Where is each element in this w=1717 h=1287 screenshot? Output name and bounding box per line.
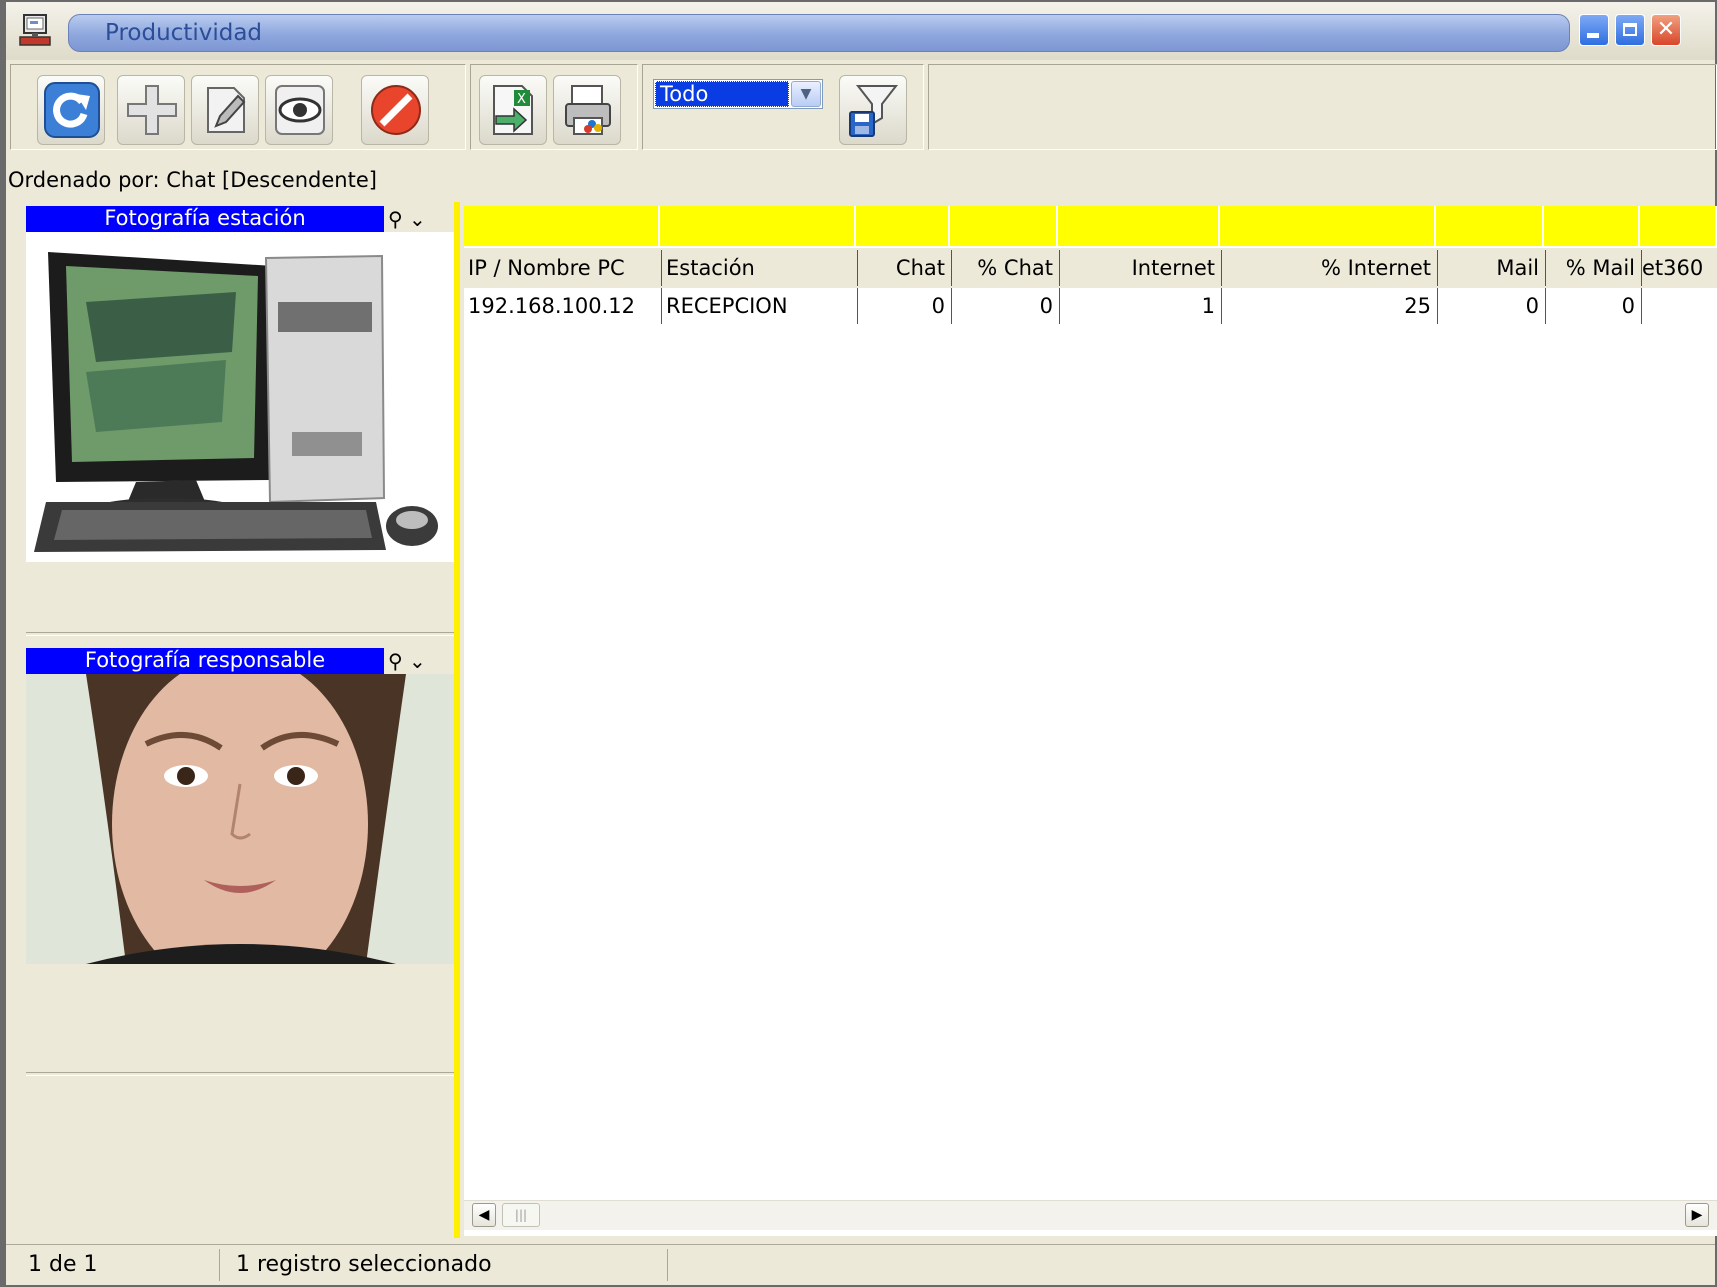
column-header-mail[interactable]: Mail (1438, 250, 1546, 286)
print-icon (565, 85, 611, 135)
filter-select-value: Todo (655, 81, 789, 107)
table-cell: 0 (858, 288, 952, 324)
status-record-position: 1 de 1 (20, 1249, 220, 1281)
table-cell: RECEPCION (662, 288, 858, 324)
chevron-down-icon[interactable]: ⌄ (403, 649, 426, 673)
station-photo-header: Fotografía estación (26, 206, 384, 232)
scroll-left-button[interactable]: ◀ (472, 1203, 496, 1227)
export-excel-icon: X (493, 85, 533, 135)
view-button[interactable] (265, 75, 333, 145)
maximize-icon (1623, 23, 1637, 36)
search-icon[interactable]: ⚲ (388, 207, 403, 231)
minimize-button[interactable] (1579, 14, 1609, 46)
station-photo-tools: ⚲ ⌄ (388, 206, 452, 232)
toolbar-empty-area (928, 64, 1717, 150)
column-header-pct-chat[interactable]: % Chat (952, 250, 1060, 286)
filter-cell[interactable] (1544, 206, 1640, 246)
panel-separator-lower[interactable] (26, 1072, 454, 1076)
column-header-internet[interactable]: Internet (1060, 250, 1222, 286)
app-computer-icon (19, 14, 51, 46)
close-icon: ✕ (1656, 17, 1676, 42)
table-row[interactable]: 192.168.100.12 RECEPCION 0 0 1 25 0 0 (464, 288, 1717, 324)
column-header-estacion[interactable]: Estación (662, 250, 858, 286)
toolbar-group-export: X (470, 64, 638, 150)
search-icon[interactable]: ⚲ (388, 649, 403, 673)
title-pill: Productividad (68, 14, 1570, 52)
column-header-ip[interactable]: IP / Nombre PC (464, 250, 662, 286)
horizontal-scrollbar[interactable]: ◀ ||| ▶ (464, 1200, 1717, 1230)
panel-separator[interactable] (26, 632, 454, 636)
responsible-photo (26, 674, 454, 964)
filter-cell[interactable] (464, 206, 660, 246)
refresh-button[interactable] (37, 75, 105, 145)
title-bar[interactable]: Productividad ✕ (6, 2, 1715, 60)
left-panel: Fotografía estación ⚲ ⌄ Fotografía respo… (26, 206, 454, 1236)
filter-cell[interactable] (1058, 206, 1220, 246)
add-button[interactable] (117, 75, 185, 145)
table-cell (1642, 288, 1717, 324)
table-cell: 25 (1222, 288, 1438, 324)
minimize-icon (1587, 33, 1599, 38)
filter-row (464, 206, 1717, 246)
filter-cell[interactable] (1640, 206, 1717, 246)
data-grid: IP / Nombre PC Estación Chat % Chat Inte… (464, 206, 1717, 1236)
svg-text:X: X (517, 92, 526, 107)
view-icon (275, 85, 325, 135)
cancel-button[interactable] (361, 75, 429, 145)
table-cell: 0 (1438, 288, 1546, 324)
chevron-down-icon[interactable]: ⌄ (403, 207, 426, 231)
edit-icon (207, 87, 246, 133)
column-header-et360[interactable]: et360 (1642, 250, 1717, 286)
cancel-icon (371, 85, 421, 135)
filter-cell[interactable] (1220, 206, 1436, 246)
toolbar-group-main (10, 64, 466, 150)
export-excel-button[interactable]: X (479, 75, 547, 145)
chevron-down-icon[interactable]: ▼ (791, 81, 821, 107)
table-cell: 0 (952, 288, 1060, 324)
responsible-photo-header: Fotografía responsable (26, 648, 384, 674)
filter-cell[interactable] (1436, 206, 1544, 246)
toolbar-group-filter: Todo ▼ (642, 64, 924, 150)
filter-cell[interactable] (660, 206, 856, 246)
app-window: Productividad ✕ X Todo ▼ Ordenado por: C… (0, 0, 1717, 1287)
column-header-chat[interactable]: Chat (858, 250, 952, 286)
responsible-photo-tools: ⚲ ⌄ (388, 648, 452, 674)
filter-cell[interactable] (856, 206, 950, 246)
scroll-thumb[interactable]: ||| (502, 1203, 540, 1227)
sort-label: Ordenado por: Chat [Descendente] (8, 168, 377, 192)
close-button[interactable]: ✕ (1651, 14, 1681, 46)
table-cell: 1 (1060, 288, 1222, 324)
filter-select[interactable]: Todo ▼ (653, 79, 823, 109)
add-icon (127, 85, 177, 135)
column-header-pct-mail[interactable]: % Mail (1546, 250, 1642, 286)
column-header-pct-internet[interactable]: % Internet (1222, 250, 1438, 286)
maximize-button[interactable] (1615, 14, 1645, 46)
scroll-right-button[interactable]: ▶ (1685, 1203, 1709, 1227)
window-title: Productividad (105, 20, 263, 46)
grid-header: IP / Nombre PC Estación Chat % Chat Inte… (464, 248, 1717, 288)
table-cell: 192.168.100.12 (464, 288, 662, 324)
save-filter-button[interactable] (839, 75, 907, 145)
save-filter-icon (849, 85, 899, 137)
filter-cell[interactable] (950, 206, 1058, 246)
status-bar: 1 de 1 1 registro seleccionado (6, 1244, 1715, 1284)
toolbar: X Todo ▼ (6, 60, 1717, 156)
refresh-icon (44, 82, 100, 138)
table-cell: 0 (1546, 288, 1642, 324)
panel-splitter[interactable] (454, 202, 460, 1238)
print-button[interactable] (553, 75, 621, 145)
edit-button[interactable] (191, 75, 259, 145)
status-selection: 1 registro seleccionado (228, 1249, 668, 1281)
station-photo (26, 232, 454, 562)
